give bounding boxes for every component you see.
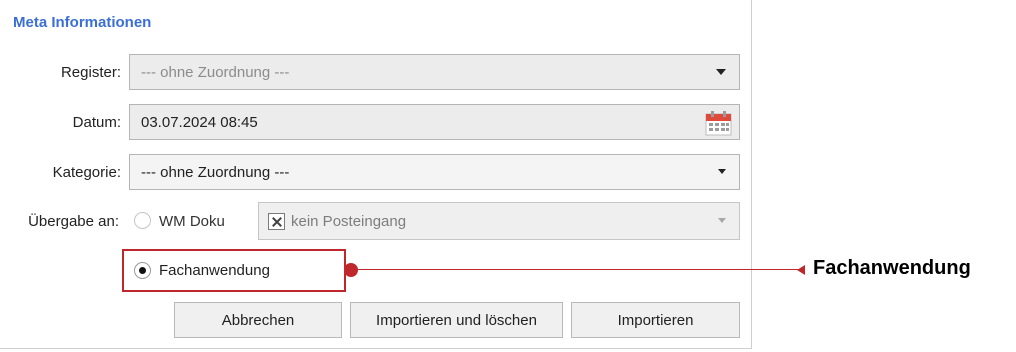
highlight-box: [122, 249, 346, 292]
uebergabe-label: Übergabe an:: [28, 213, 119, 230]
kategorie-value: --- ohne Zuordnung ---: [141, 163, 290, 181]
datum-field[interactable]: 03.07.2024 08:45: [129, 104, 740, 140]
callout-arrowhead: [797, 265, 805, 275]
meta-info-panel: Meta Informationen Register: --- ohne Zu…: [0, 0, 752, 349]
callout-line: [352, 269, 803, 270]
register-dropdown[interactable]: --- ohne Zuordnung ---: [129, 54, 740, 90]
chevron-down-icon: [718, 218, 726, 223]
datum-label: Datum:: [72, 114, 121, 131]
chevron-down-icon: [716, 69, 726, 75]
register-label: Register:: [60, 64, 121, 81]
kategorie-label: Kategorie:: [52, 164, 121, 181]
datum-value: 03.07.2024 08:45: [141, 113, 258, 131]
cancel-button[interactable]: Abbrechen: [174, 302, 342, 338]
callout-label: Fachanwendung: [813, 257, 971, 279]
import-and-delete-button[interactable]: Importieren und löschen: [350, 302, 563, 338]
panel-title: Meta Informationen: [13, 14, 152, 31]
kategorie-dropdown[interactable]: --- ohne Zuordnung ---: [129, 154, 740, 190]
wm-doku-radio[interactable]: [134, 212, 151, 229]
chevron-down-icon: [718, 169, 726, 174]
register-value: --- ohne Zuordnung ---: [141, 63, 290, 81]
callout-dot: [344, 263, 358, 277]
calendar-icon[interactable]: [705, 110, 732, 136]
posteingang-value: kein Posteingang: [291, 212, 407, 230]
wm-doku-label[interactable]: WM Doku: [159, 213, 225, 230]
posteingang-dropdown[interactable]: kein Posteingang: [258, 202, 740, 240]
clear-icon[interactable]: [268, 212, 285, 230]
import-button[interactable]: Importieren: [571, 302, 740, 338]
